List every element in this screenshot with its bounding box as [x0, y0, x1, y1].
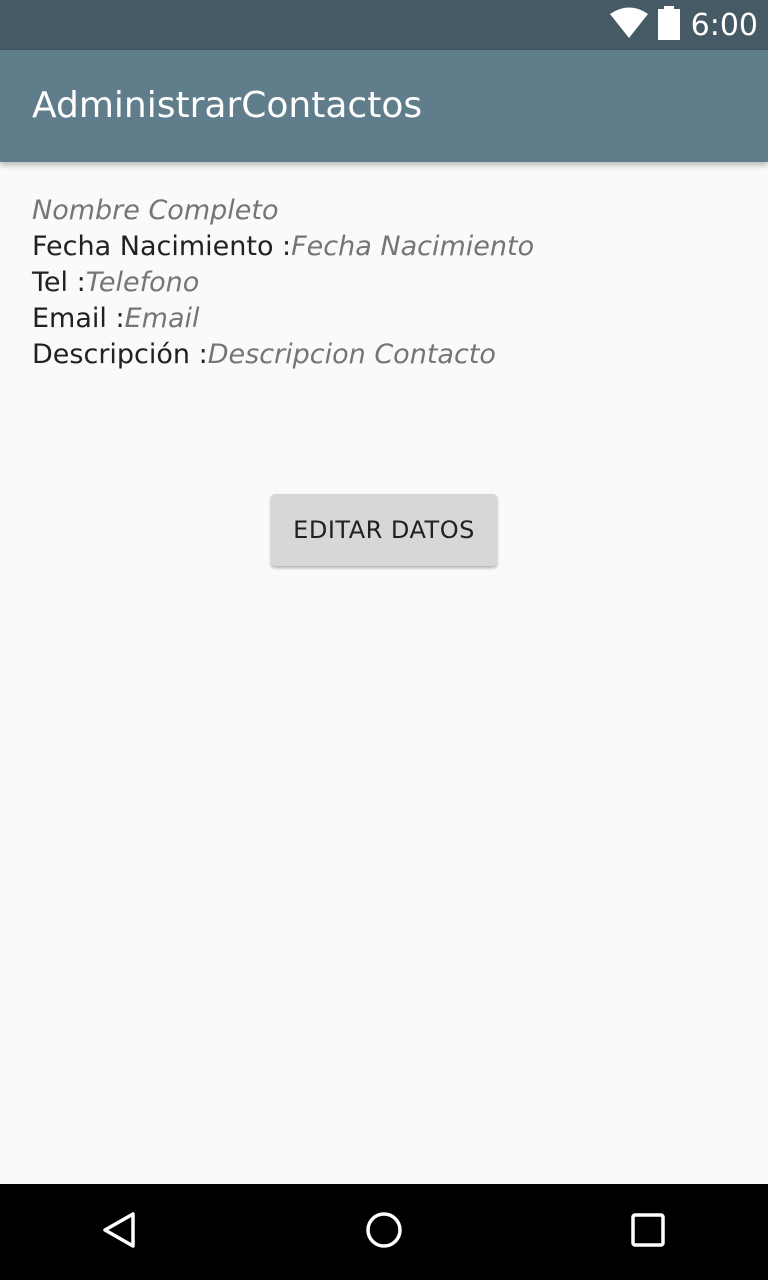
home-button[interactable] [336, 1184, 432, 1280]
email-field[interactable]: Email [125, 303, 200, 334]
back-icon [100, 1210, 140, 1254]
birthdate-row: Fecha Nacimiento :Fecha Nacimiento [32, 229, 732, 265]
email-row: Email :Email [32, 301, 732, 337]
edit-data-button[interactable]: EDITAR DATOS [271, 494, 497, 566]
recents-button[interactable] [600, 1184, 696, 1280]
birthdate-label: Fecha Nacimiento : [32, 231, 292, 262]
description-field[interactable]: Descripcion Contacto [208, 339, 496, 370]
status-icons: 6:00 [609, 0, 758, 50]
phone-row: Tel :Telefono [32, 265, 732, 301]
description-row: Descripción :Descripcion Contacto [32, 337, 732, 373]
back-button[interactable] [72, 1184, 168, 1280]
birthdate-field[interactable]: Fecha Nacimiento [291, 231, 534, 262]
home-icon [364, 1210, 404, 1254]
wifi-icon [609, 7, 649, 43]
status-bar: 6:00 [0, 0, 768, 50]
clock: 6:00 [690, 7, 758, 43]
name-field[interactable]: Nombre Completo [32, 195, 278, 226]
phone-label: Tel : [32, 267, 86, 298]
recents-icon [630, 1212, 666, 1252]
name-row: Nombre Completo [32, 193, 732, 229]
page-title: AdministrarContactos [32, 85, 423, 126]
navigation-bar [0, 1184, 768, 1280]
description-label: Descripción : [32, 339, 208, 370]
battery-icon [657, 6, 681, 44]
phone-field[interactable]: Telefono [86, 267, 200, 298]
contact-details: Nombre Completo Fecha Nacimiento :Fecha … [32, 193, 732, 373]
app-bar: AdministrarContactos [0, 50, 768, 162]
email-label: Email : [32, 303, 125, 334]
